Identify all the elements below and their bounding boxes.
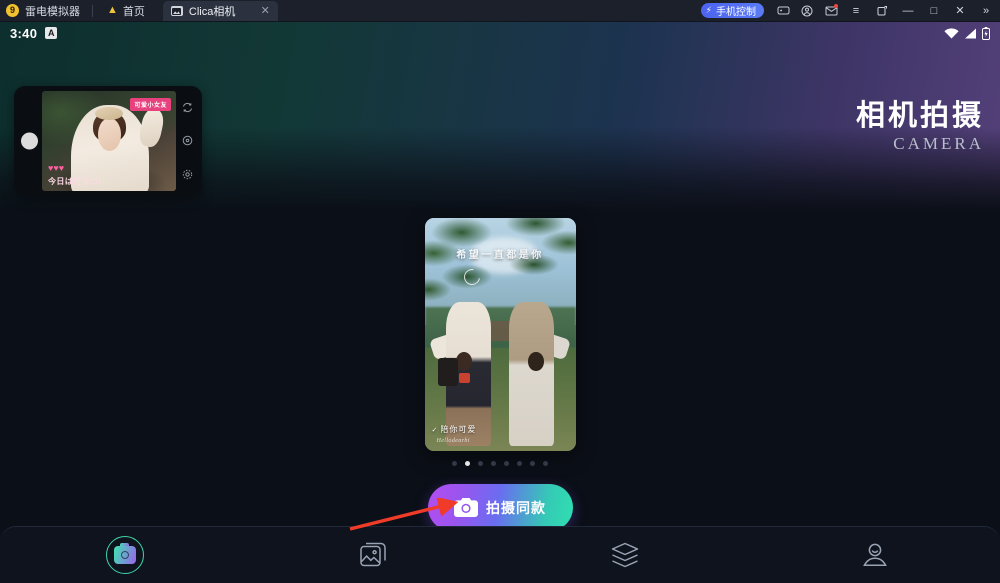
preview-right-controls [176,91,198,191]
nav-profile[interactable] [750,527,1000,583]
menu-icon[interactable]: ≡ [844,0,868,22]
card-subject-left-scarf [459,372,471,383]
ldplayer-logo-icon: 9 [6,4,19,17]
maximize-button[interactable]: □ [922,0,946,22]
flip-camera-icon[interactable] [182,102,193,113]
titlebar-tabstrip: Clica相机 ✕ [162,0,278,21]
carousel-dot-active[interactable] [465,461,470,466]
carousel-dot[interactable] [504,461,509,466]
mail-icon[interactable] [820,0,842,22]
preview-subject-face [97,117,122,151]
battery-icon [982,26,990,40]
camera-icon [106,536,144,574]
home-icon: ▲ [107,4,118,16]
preview-caption: 今日は可らつ! [48,177,102,186]
titlebar-actions: ⚡ 手机控制 ≡ — □ ✕ » [700,0,1000,22]
shoot-same-style-label: 拍摄同款 [486,499,546,516]
expand-sidebar-button[interactable]: » [974,0,998,22]
carousel-dot[interactable] [517,461,522,466]
emulator-app-name: 雷电模拟器 [25,5,80,18]
timer-icon[interactable] [182,135,193,146]
tab-clica-camera[interactable]: Clica相机 ✕ [162,1,278,21]
titlebar-divider [92,4,93,17]
layers-icon [611,542,639,568]
phone-control-label: 手机控制 [716,7,756,18]
carousel-dots [452,461,548,466]
wifi-icon [944,27,959,39]
android-status-bar: 3:40 A [0,22,1000,44]
carousel-dot[interactable] [491,461,496,466]
preview-shutter-icon [21,132,38,150]
carousel-dot[interactable] [530,461,535,466]
carousel-dot[interactable] [543,461,548,466]
camera-template-section: 希望一直都是你 ✓ 陪你可爱 Hellodearhi 拍摄同款 [0,218,1000,531]
template-preview-card[interactable]: 希望一直都是你 ✓ 陪你可爱 Hellodearhi [424,218,576,451]
restore-window-icon[interactable] [870,0,894,22]
app-thumbnail-icon [170,6,183,16]
carousel-dot[interactable] [478,461,483,466]
page-subtitle: CAMERA [893,134,984,154]
signal-icon [964,28,977,39]
heart-icons: ♥♥♥ [48,163,65,173]
notification-badge [834,3,838,8]
phone-preview-card[interactable]: 可爱小女友 ♥♥♥ 今日は可らつ! [14,86,202,196]
gallery-icon [360,542,390,568]
account-icon[interactable] [796,0,818,22]
bottom-navigation-bar [0,526,1000,583]
nav-templates[interactable] [500,527,750,583]
camera-icon [454,498,478,517]
card-subject-left-head [455,352,472,372]
gamepad-icon[interactable] [772,0,794,22]
hero-title-block: 相机拍摄 CAMERA [856,100,984,154]
app-badge-icon: A [45,27,58,39]
card-top-caption: 希望一直都是你 [456,249,544,261]
shoot-same-style-button[interactable]: 拍摄同款 [427,484,573,531]
card-subject-right-head [528,352,544,372]
card-subject-right [509,301,555,447]
home-tab[interactable]: ▲ 首页 [97,0,155,21]
page-title: 相机拍摄 [855,100,984,132]
close-button[interactable]: ✕ [948,0,972,22]
preview-photo: 可爱小女友 ♥♥♥ 今日は可らつ! [42,91,176,191]
phone-control-button[interactable]: ⚡ 手机控制 [700,3,764,18]
android-screen: 3:40 A 相机拍摄 CAMERA 可爱小女友 ♥♥♥ 今日は可らつ! 希望一… [0,22,1000,583]
card-bottom-caption-text: 陪你可爱 [440,425,477,434]
tab-label: Clica相机 [188,6,236,18]
card-signature: Hellodearhi [436,438,470,444]
minimize-button[interactable]: — [896,0,920,22]
close-icon[interactable]: ✕ [261,5,270,17]
nav-gallery[interactable] [250,527,500,583]
titlebar-brand: 9 雷电模拟器 [0,0,88,21]
status-indicators [944,26,990,40]
home-tab-label: 首页 [122,5,145,18]
emulator-titlebar: 9 雷电模拟器 ▲ 首页 Clica相机 ✕ ⚡ 手机控制 ≡ — □ ✕ » [0,0,1000,22]
status-time: 3:40 [10,25,38,41]
check-icon: ✓ [431,427,439,434]
preview-badge: 可爱小女友 [130,98,171,111]
card-bottom-caption: ✓ 陪你可爱 [432,424,477,435]
person-icon [862,542,888,568]
preview-subject-hat [94,106,123,120]
card-subject-bag [438,357,458,386]
carousel-dot[interactable] [452,461,457,466]
preview-left-controls [18,91,42,191]
lightning-bolt-icon: ⚡ [705,5,712,15]
nav-camera[interactable] [0,527,250,583]
settings-icon[interactable] [182,169,193,180]
